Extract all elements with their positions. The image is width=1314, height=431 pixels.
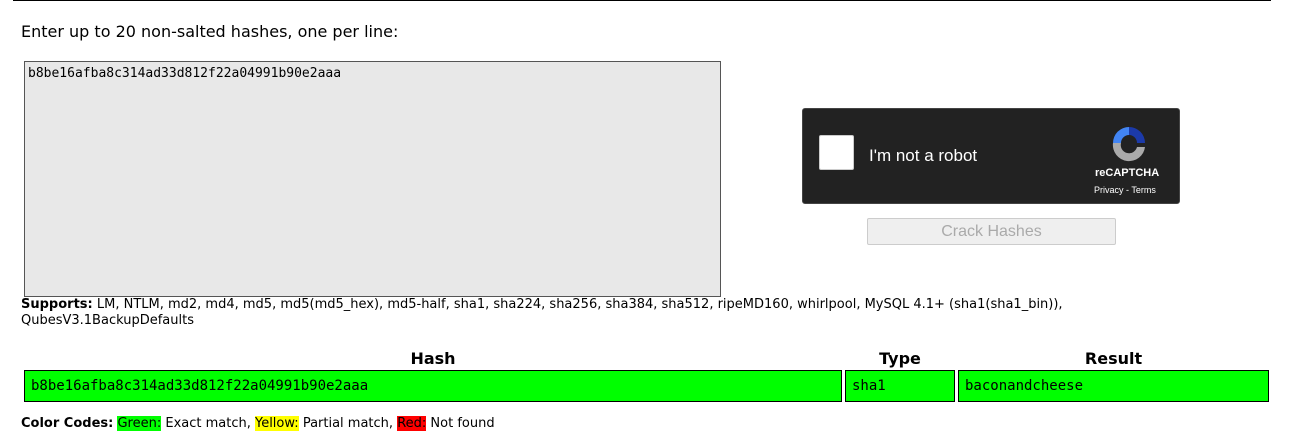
table-row: b8be16afba8c314ad33d812f22a04991b90e2aaa… [24,370,1269,402]
divider [13,0,1271,1]
red-code: Red: [397,416,427,431]
cell-hash: b8be16afba8c314ad33d812f22a04991b90e2aaa [24,370,842,402]
yellow-desc: Partial match, [298,416,398,431]
yellow-code: Yellow: [254,416,299,431]
results-table: Hash Type Result b8be16afba8c314ad33d812f2… [21,346,1272,404]
cell-result: baconandcheese [958,370,1269,402]
recaptcha-widget: I'm not a robot reCAPTCHA Privacy - Term… [802,108,1180,204]
input-prompt: Enter up to 20 non-salted hashes, one pe… [21,22,399,41]
cell-type: sha1 [845,370,955,402]
captcha-label: I'm not a robot [869,146,978,165]
color-codes-label: Color Codes: [21,416,114,431]
header-hash: Hash [410,348,456,368]
red-desc: Not found [426,416,495,431]
supports-label: Supports: [21,297,93,312]
header-type: Type [879,348,921,368]
recaptcha-brand: reCAPTCHA [1095,167,1160,179]
hash-input[interactable]: b8be16afba8c314ad33d812f22a04991b90e2aaa [24,61,721,297]
captcha-checkbox[interactable] [819,135,854,170]
green-desc: Exact match, [161,416,255,431]
header-result: Result [1084,348,1143,368]
green-code: Green: [117,416,162,431]
privacy-terms-links[interactable]: Privacy - Terms [1094,185,1156,195]
crack-hashes-button[interactable]: Crack Hashes [867,218,1116,245]
supports-list: LM, NTLM, md2, md4, md5, md5(md5_hex), m… [21,297,1063,328]
color-codes-legend: Color Codes: Green: Exact match, Yellow:… [21,416,495,431]
supported-algorithms: Supports: LM, NTLM, md2, md4, md5, md5(m… [21,297,1141,329]
recaptcha-logo-icon [1112,127,1145,162]
